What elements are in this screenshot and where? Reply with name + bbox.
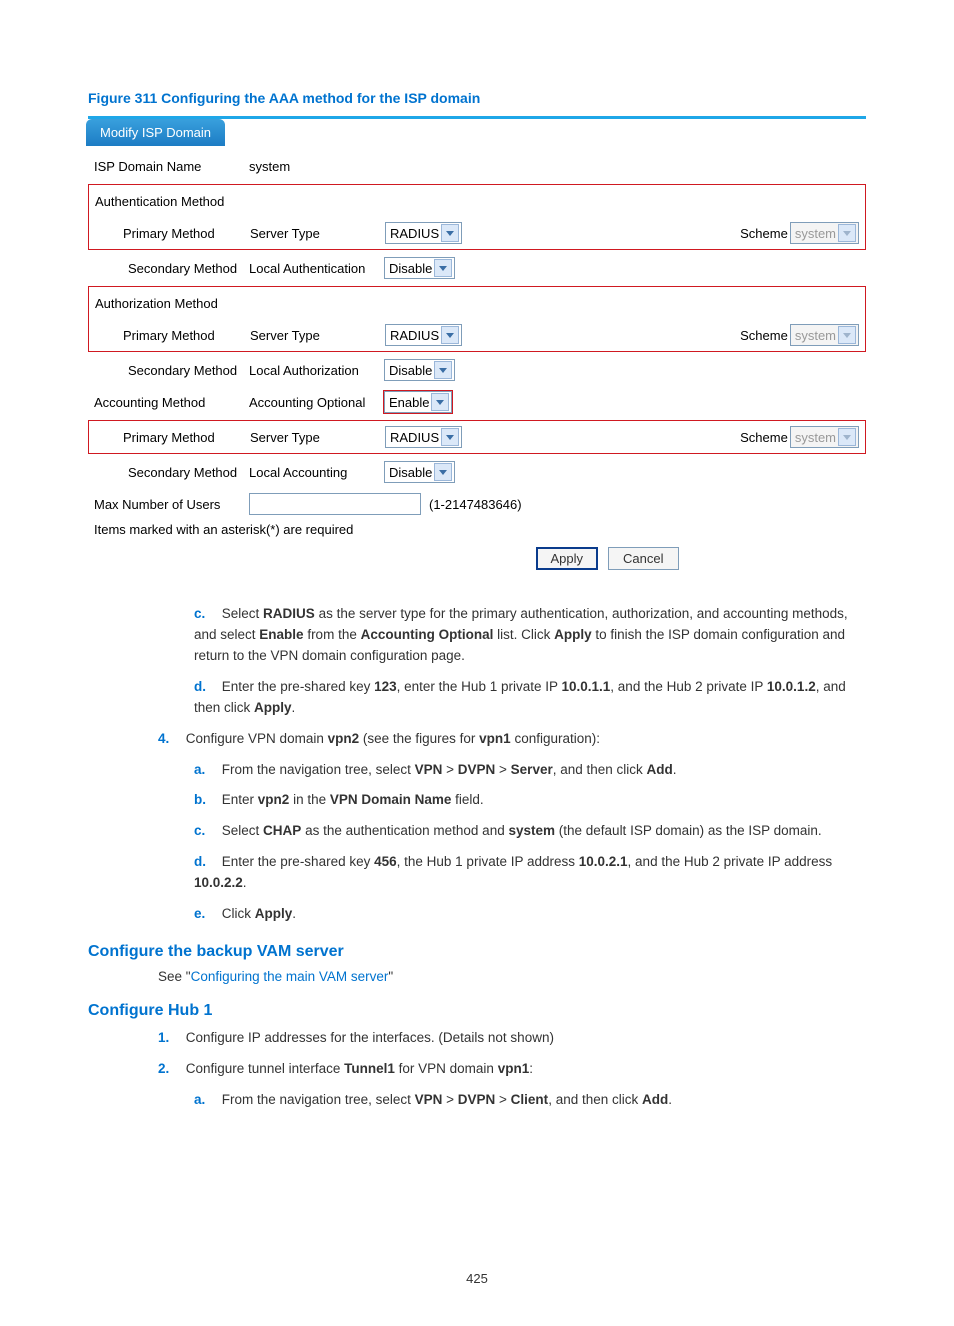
step-4c: c. Select CHAP as the authentication met… [194,821,866,842]
hub1-step-2: 2. Configure tunnel interface Tunnel1 fo… [158,1059,866,1080]
label-server-type: Server Type [250,226,385,241]
chevron-down-icon [434,259,452,277]
chevron-down-icon [431,393,449,411]
hint-max-users: (1-2147483646) [421,497,522,512]
chevron-down-icon [441,428,459,446]
label-secondary-method: Secondary Method [94,261,249,276]
select-auth-scheme[interactable]: system [790,222,859,244]
label-scheme: Scheme [740,328,788,343]
input-max-users[interactable] [249,493,421,515]
select-local-acct[interactable]: Disable [384,461,455,483]
label-scheme: Scheme [740,226,788,241]
select-local-authz[interactable]: Disable [384,359,455,381]
link-main-vam[interactable]: Configuring the main VAM server [191,969,389,984]
label-server-type: Server Type [250,328,385,343]
select-local-auth[interactable]: Disable [384,257,455,279]
label-secondary-method: Secondary Method [94,465,249,480]
label-secondary-method: Secondary Method [94,363,249,378]
label-authz-method: Authorization Method [95,296,218,311]
heading-hub1: Configure Hub 1 [88,1002,866,1020]
select-auth-server-type[interactable]: RADIUS [385,222,462,244]
step-4d: d. Enter the pre-shared key 456, the Hub… [194,852,866,894]
cancel-button[interactable]: Cancel [608,547,678,570]
chevron-down-icon [434,361,452,379]
label-primary-method: Primary Method [95,430,250,445]
chevron-down-icon [434,463,452,481]
step-4a: a. From the navigation tree, select VPN … [194,760,866,781]
label-scheme: Scheme [740,430,788,445]
step-4e: e. Click Apply. [194,904,866,925]
figure-caption: Figure 311 Configuring the AAA method fo… [88,90,866,106]
select-authz-scheme[interactable]: system [790,324,859,346]
step-4: 4. Configure VPN domain vpn2 (see the fi… [158,729,866,750]
chevron-down-icon [441,224,459,242]
label-local-acct: Local Accounting [249,465,384,480]
chevron-down-icon [838,224,856,242]
chevron-down-icon [441,326,459,344]
step-d: d. Enter the pre-shared key 123, enter t… [194,677,866,719]
label-server-type: Server Type [250,430,385,445]
chevron-down-icon [838,326,856,344]
hub1-step-2a: a. From the navigation tree, select VPN … [194,1090,866,1111]
chevron-down-icon [838,428,856,446]
required-note: Items marked with an asterisk(*) are req… [88,520,866,539]
select-acct-server-type[interactable]: RADIUS [385,426,462,448]
label-primary-method: Primary Method [95,328,250,343]
label-primary-method: Primary Method [95,226,250,241]
panel-tab[interactable]: Modify ISP Domain [86,119,225,146]
hub1-step-1: 1. Configure IP addresses for the interf… [158,1028,866,1049]
select-authz-server-type[interactable]: RADIUS [385,324,462,346]
label-local-auth: Local Authentication [249,261,384,276]
see-reference: See "Configuring the main VAM server" [158,969,866,984]
label-max-users: Max Number of Users [94,497,249,512]
label-auth-method: Authentication Method [95,194,224,209]
value-isp-domain: system [249,159,290,174]
select-acct-optional[interactable]: Enable [384,391,452,413]
heading-backup-vam: Configure the backup VAM server [88,943,866,961]
label-isp-domain: ISP Domain Name [94,159,249,174]
step-c: c. Select RADIUS as the server type for … [194,604,866,667]
label-acct-optional: Accounting Optional [249,395,384,410]
page-number: 425 [88,1271,866,1286]
select-acct-scheme[interactable]: system [790,426,859,448]
label-local-authz: Local Authorization [249,363,384,378]
label-acct-method: Accounting Method [94,395,249,410]
step-4b: b. Enter vpn2 in the VPN Domain Name fie… [194,790,866,811]
apply-button[interactable]: Apply [536,547,599,570]
isp-domain-panel: Modify ISP Domain ISP Domain Name system… [88,116,866,576]
